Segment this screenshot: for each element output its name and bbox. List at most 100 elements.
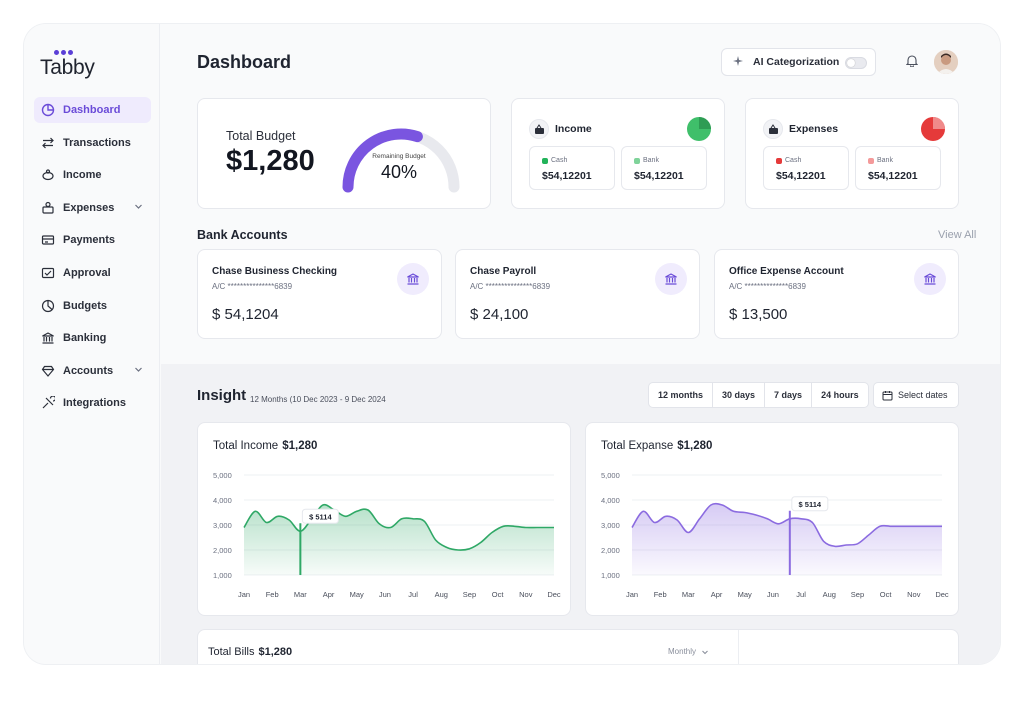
y-tick-label: 1,000 <box>601 571 620 580</box>
total-income-chart-card: Total Income $1,280 5,000 4,000 3,000 2,000 1… <box>197 422 571 616</box>
bank-legend-dot <box>868 157 874 164</box>
x-tick-label: Feb <box>654 590 667 599</box>
bank-legend-dot <box>634 157 640 164</box>
x-tick-label: Oct <box>880 590 893 599</box>
tooltip-label: $ 5114 <box>309 512 332 521</box>
y-tick-label: 5,000 <box>213 471 232 480</box>
y-tick-label: 3,000 <box>601 521 620 530</box>
bank-account-balance: $ 24,100 <box>470 306 529 323</box>
x-tick-label: Apr <box>323 590 335 599</box>
income-title: Income <box>555 123 592 135</box>
sidebar-item-banking[interactable]: Banking <box>34 325 151 351</box>
cash-legend-dot <box>776 157 782 164</box>
y-tick-label: 5,000 <box>601 471 620 480</box>
expenses-pie-chart <box>921 117 945 141</box>
bank-account-card[interactable]: Office Expense Account A/C *************… <box>714 249 959 339</box>
logo[interactable]: Tabby <box>40 50 95 80</box>
x-tick-label: Feb <box>266 590 279 599</box>
gauge-value: 40% <box>380 162 418 182</box>
sidebar-item-expenses[interactable]: Expenses <box>34 195 151 221</box>
x-tick-label: Mar <box>682 590 695 599</box>
expenses-cash-box: Cash $54,12201 <box>763 146 849 190</box>
chevron-down-icon[interactable] <box>134 365 143 377</box>
bank-account-name: Chase Payroll <box>470 266 537 277</box>
range-7-days[interactable]: 7 days <box>765 383 813 407</box>
cash-value: $54,12201 <box>542 170 592 182</box>
sidebar-item-approval[interactable]: Approval <box>34 260 151 286</box>
bank-icon <box>397 263 429 295</box>
bank-accounts-title: Bank Accounts <box>197 228 288 242</box>
bank-account-card[interactable]: Chase Business Checking A/C ************… <box>197 249 442 339</box>
toggle-switch[interactable] <box>845 57 867 69</box>
y-tick-label: 4,000 <box>213 496 232 505</box>
bank-account-card[interactable]: Chase Payroll A/C ***************6839 $ … <box>455 249 700 339</box>
cash-value: $54,12201 <box>776 170 826 182</box>
cash-legend-dot <box>542 157 548 164</box>
calendar-icon <box>882 390 893 400</box>
bank-account-name: Chase Business Checking <box>212 266 338 277</box>
bank-icon <box>655 263 687 295</box>
sidebar-item-label: Expenses <box>63 201 115 214</box>
chevron-down-icon <box>702 650 708 654</box>
sidebar-item-income[interactable]: Income <box>34 162 151 188</box>
total-budget-card: Total Budget $1,280 Remaining Budget 40% <box>197 98 491 209</box>
sidebar-item-label: Dashboard <box>63 104 121 116</box>
bell-icon[interactable] <box>905 54 919 72</box>
sidebar-item-label: Approval <box>63 266 111 279</box>
period-dropdown[interactable]: Monthly <box>668 647 709 656</box>
wallet-icon <box>763 119 783 139</box>
bank-account-balance: $ 13,500 <box>729 306 788 323</box>
sparkle-icon <box>732 55 744 70</box>
income-cash-box: Cash $54,12201 <box>529 146 615 190</box>
expenses-icon <box>40 200 55 215</box>
sidebar-item-integrations[interactable]: Integrations <box>34 390 151 416</box>
transactions-icon <box>40 135 55 150</box>
budget-label: Total Budget <box>226 129 296 143</box>
bank-account-balance: $ 54,1204 <box>212 306 279 323</box>
total-expense-chart-card: Total Expanse $1,280 5,000 4,000 3,000 2,000… <box>585 422 959 616</box>
income-area-chart: 5,000 4,000 3,000 2,000 1,000 Jan Feb Mar Apr May… <box>213 471 561 599</box>
total-bills-card: Total Bills $1,280 Monthly <box>197 629 959 664</box>
sidebar-item-accounts[interactable]: Accounts <box>34 358 151 384</box>
tooltip-label: $ 5114 <box>799 500 822 509</box>
range-30-days[interactable]: 30 days <box>713 383 766 407</box>
insight-title: Insight <box>197 387 247 404</box>
x-tick-label: Jun <box>767 590 779 599</box>
bank-account-number: A/C ***************6839 <box>470 282 551 291</box>
x-tick-label: Sep <box>463 590 476 599</box>
sidebar-item-transactions[interactable]: Transactions <box>34 130 151 156</box>
app-window: Tabby Dashboard Transactions Income Expe… <box>24 24 1000 664</box>
x-tick-label: Aug <box>823 590 836 599</box>
view-all-link[interactable]: View All <box>938 229 976 241</box>
x-tick-label: Dec <box>935 590 949 599</box>
chevron-down-icon[interactable] <box>134 202 143 214</box>
accounts-icon <box>40 363 55 378</box>
range-12-months[interactable]: 12 months <box>649 383 714 407</box>
insight-section: Insight 12 Months (10 Dec 2023 - 9 Dec 2… <box>161 364 1000 664</box>
sidebar-item-budgets[interactable]: Budgets <box>34 293 151 319</box>
sidebar-item-payments[interactable]: Payments <box>34 227 151 253</box>
expenses-card: Expenses Cash $54,12201 Bank $54,12201 <box>745 98 959 209</box>
sidebar-item-label: Payments <box>63 234 115 247</box>
range-24-hours[interactable]: 24 hours <box>812 383 868 407</box>
x-tick-label: Jul <box>408 590 418 599</box>
y-tick-label: 4,000 <box>601 496 620 505</box>
expense-area-chart: 5,000 4,000 3,000 2,000 1,000 Jan Feb Mar Apr May… <box>601 471 949 599</box>
select-dates-button[interactable]: Select dates <box>873 382 959 408</box>
ai-categorization-toggle[interactable]: AI Categorization <box>721 48 876 76</box>
page-title: Dashboard <box>197 52 292 72</box>
x-tick-label: Aug <box>435 590 448 599</box>
y-tick-label: 2,000 <box>213 546 232 555</box>
x-tick-label: Jun <box>379 590 391 599</box>
bank-value: $54,12201 <box>868 170 918 182</box>
y-tick-label: 2,000 <box>601 546 620 555</box>
x-tick-label: Jul <box>796 590 806 599</box>
bank-account-number: A/C **************6839 <box>729 282 806 291</box>
bank-label: Bank <box>877 157 893 164</box>
series-area <box>244 504 554 575</box>
budget-amount: $1,280 <box>226 145 315 177</box>
sidebar-item-dashboard[interactable]: Dashboard <box>34 97 151 123</box>
sidebar-item-label: Income <box>63 169 102 182</box>
x-tick-label: Nov <box>907 590 921 599</box>
avatar[interactable] <box>934 50 958 74</box>
